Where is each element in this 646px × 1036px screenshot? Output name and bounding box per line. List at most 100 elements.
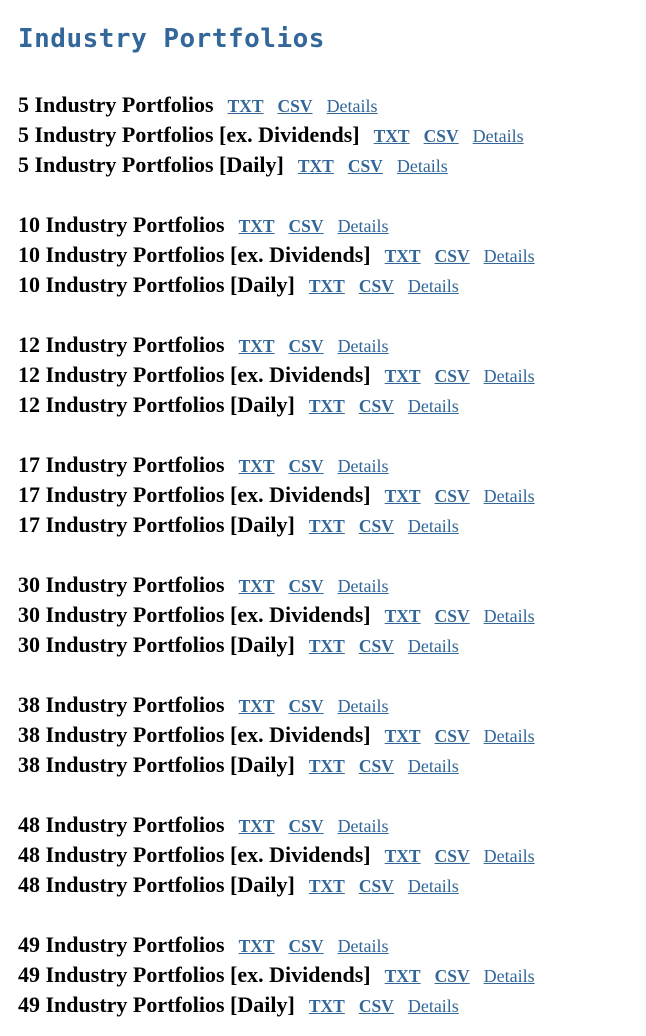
csv-download-link[interactable]: CSV <box>359 516 394 536</box>
details-link[interactable]: Details <box>408 756 459 776</box>
page: Industry Portfolios 5 Industry Portfolio… <box>0 0 646 1036</box>
details-link[interactable]: Details <box>338 696 389 716</box>
csv-download-link[interactable]: CSV <box>435 486 470 506</box>
txt-download-link[interactable]: TXT <box>385 366 421 386</box>
txt-download-link[interactable]: TXT <box>374 126 410 146</box>
details-link[interactable]: Details <box>408 276 459 296</box>
csv-download-link[interactable]: CSV <box>435 846 470 866</box>
details-link[interactable]: Details <box>408 876 459 896</box>
portfolio-name: 10 Industry Portfolios [ex. Dividends] <box>18 242 371 267</box>
portfolio-name: 5 Industry Portfolios [ex. Dividends] <box>18 122 360 147</box>
txt-download-link[interactable]: TXT <box>309 756 345 776</box>
portfolio-row: 12 Industry Portfolios [Daily] TXT CSV Deta… <box>18 390 646 420</box>
csv-download-link[interactable]: CSV <box>435 966 470 986</box>
portfolio-group: 48 Industry Portfolios TXT CSV Details 48 In… <box>18 810 646 900</box>
details-link[interactable]: Details <box>473 126 524 146</box>
txt-download-link[interactable]: TXT <box>385 846 421 866</box>
txt-download-link[interactable]: TXT <box>309 636 345 656</box>
portfolio-row: 5 Industry Portfolios [Daily] TXT CSV Detai… <box>18 150 646 180</box>
portfolio-name: 38 Industry Portfolios [Daily] <box>18 752 295 777</box>
csv-download-link[interactable]: CSV <box>289 576 324 596</box>
details-link[interactable]: Details <box>397 156 448 176</box>
txt-download-link[interactable]: TXT <box>239 216 275 236</box>
csv-download-link[interactable]: CSV <box>435 606 470 626</box>
csv-download-link[interactable]: CSV <box>359 996 394 1016</box>
csv-download-link[interactable]: CSV <box>289 216 324 236</box>
csv-download-link[interactable]: CSV <box>359 636 394 656</box>
txt-download-link[interactable]: TXT <box>239 816 275 836</box>
csv-download-link[interactable]: CSV <box>435 366 470 386</box>
txt-download-link[interactable]: TXT <box>385 966 421 986</box>
portfolio-name: 49 Industry Portfolios <box>18 932 225 957</box>
txt-download-link[interactable]: TXT <box>298 156 334 176</box>
portfolio-row: 30 Industry Portfolios [ex. Dividends] TX… <box>18 600 646 630</box>
txt-download-link[interactable]: TXT <box>309 996 345 1016</box>
csv-download-link[interactable]: CSV <box>359 396 394 416</box>
portfolio-row: 12 Industry Portfolios [ex. Dividends] TX… <box>18 360 646 390</box>
details-link[interactable]: Details <box>338 936 389 956</box>
details-link[interactable]: Details <box>408 396 459 416</box>
txt-download-link[interactable]: TXT <box>239 336 275 356</box>
csv-download-link[interactable]: CSV <box>435 246 470 266</box>
csv-download-link[interactable]: CSV <box>359 756 394 776</box>
details-link[interactable]: Details <box>408 516 459 536</box>
txt-download-link[interactable]: TXT <box>239 576 275 596</box>
portfolio-name: 5 Industry Portfolios [Daily] <box>18 152 284 177</box>
portfolio-row: 5 Industry Portfolios TXT CSV Details <box>18 90 646 120</box>
txt-download-link[interactable]: TXT <box>385 606 421 626</box>
portfolio-group: 12 Industry Portfolios TXT CSV Details 12 In… <box>18 330 646 420</box>
csv-download-link[interactable]: CSV <box>289 936 324 956</box>
details-link[interactable]: Details <box>484 606 535 626</box>
portfolio-name: 12 Industry Portfolios <box>18 332 225 357</box>
portfolio-row: 49 Industry Portfolios [Daily] TXT CSV Deta… <box>18 990 646 1020</box>
details-link[interactable]: Details <box>484 846 535 866</box>
portfolio-name: 49 Industry Portfolios [Daily] <box>18 992 295 1017</box>
details-link[interactable]: Details <box>484 486 535 506</box>
portfolio-group: 17 Industry Portfolios TXT CSV Details 17 In… <box>18 450 646 540</box>
portfolio-name: 30 Industry Portfolios <box>18 572 225 597</box>
csv-download-link[interactable]: CSV <box>289 336 324 356</box>
txt-download-link[interactable]: TXT <box>385 726 421 746</box>
txt-download-link[interactable]: TXT <box>309 276 345 296</box>
txt-download-link[interactable]: TXT <box>309 396 345 416</box>
portfolio-row: 17 Industry Portfolios TXT CSV Details <box>18 450 646 480</box>
portfolio-group: 49 Industry Portfolios TXT CSV Details 49 In… <box>18 930 646 1020</box>
csv-download-link[interactable]: CSV <box>348 156 383 176</box>
details-link[interactable]: Details <box>484 366 535 386</box>
csv-download-link[interactable]: CSV <box>359 276 394 296</box>
portfolio-name: 38 Industry Portfolios <box>18 692 225 717</box>
portfolio-groups: 5 Industry Portfolios TXT CSV Details 5 Indu… <box>18 90 646 1020</box>
details-link[interactable]: Details <box>484 246 535 266</box>
details-link[interactable]: Details <box>327 96 378 116</box>
details-link[interactable]: Details <box>484 966 535 986</box>
portfolio-name: 17 Industry Portfolios [ex. Dividends] <box>18 482 371 507</box>
details-link[interactable]: Details <box>338 576 389 596</box>
csv-download-link[interactable]: CSV <box>359 876 394 896</box>
details-link[interactable]: Details <box>484 726 535 746</box>
details-link[interactable]: Details <box>338 336 389 356</box>
csv-download-link[interactable]: CSV <box>289 456 324 476</box>
details-link[interactable]: Details <box>338 216 389 236</box>
details-link[interactable]: Details <box>408 636 459 656</box>
portfolio-name: 48 Industry Portfolios <box>18 812 225 837</box>
csv-download-link[interactable]: CSV <box>278 96 313 116</box>
portfolio-group: 38 Industry Portfolios TXT CSV Details 38 In… <box>18 690 646 780</box>
txt-download-link[interactable]: TXT <box>309 516 345 536</box>
details-link[interactable]: Details <box>338 456 389 476</box>
txt-download-link[interactable]: TXT <box>385 246 421 266</box>
details-link[interactable]: Details <box>338 816 389 836</box>
csv-download-link[interactable]: CSV <box>435 726 470 746</box>
txt-download-link[interactable]: TXT <box>239 936 275 956</box>
portfolio-row: 5 Industry Portfolios [ex. Dividends] TXT… <box>18 120 646 150</box>
portfolio-name: 12 Industry Portfolios [Daily] <box>18 392 295 417</box>
txt-download-link[interactable]: TXT <box>239 696 275 716</box>
csv-download-link[interactable]: CSV <box>289 816 324 836</box>
txt-download-link[interactable]: TXT <box>239 456 275 476</box>
csv-download-link[interactable]: CSV <box>424 126 459 146</box>
csv-download-link[interactable]: CSV <box>289 696 324 716</box>
portfolio-row: 49 Industry Portfolios TXT CSV Details <box>18 930 646 960</box>
txt-download-link[interactable]: TXT <box>385 486 421 506</box>
txt-download-link[interactable]: TXT <box>309 876 345 896</box>
details-link[interactable]: Details <box>408 996 459 1016</box>
txt-download-link[interactable]: TXT <box>228 96 264 116</box>
